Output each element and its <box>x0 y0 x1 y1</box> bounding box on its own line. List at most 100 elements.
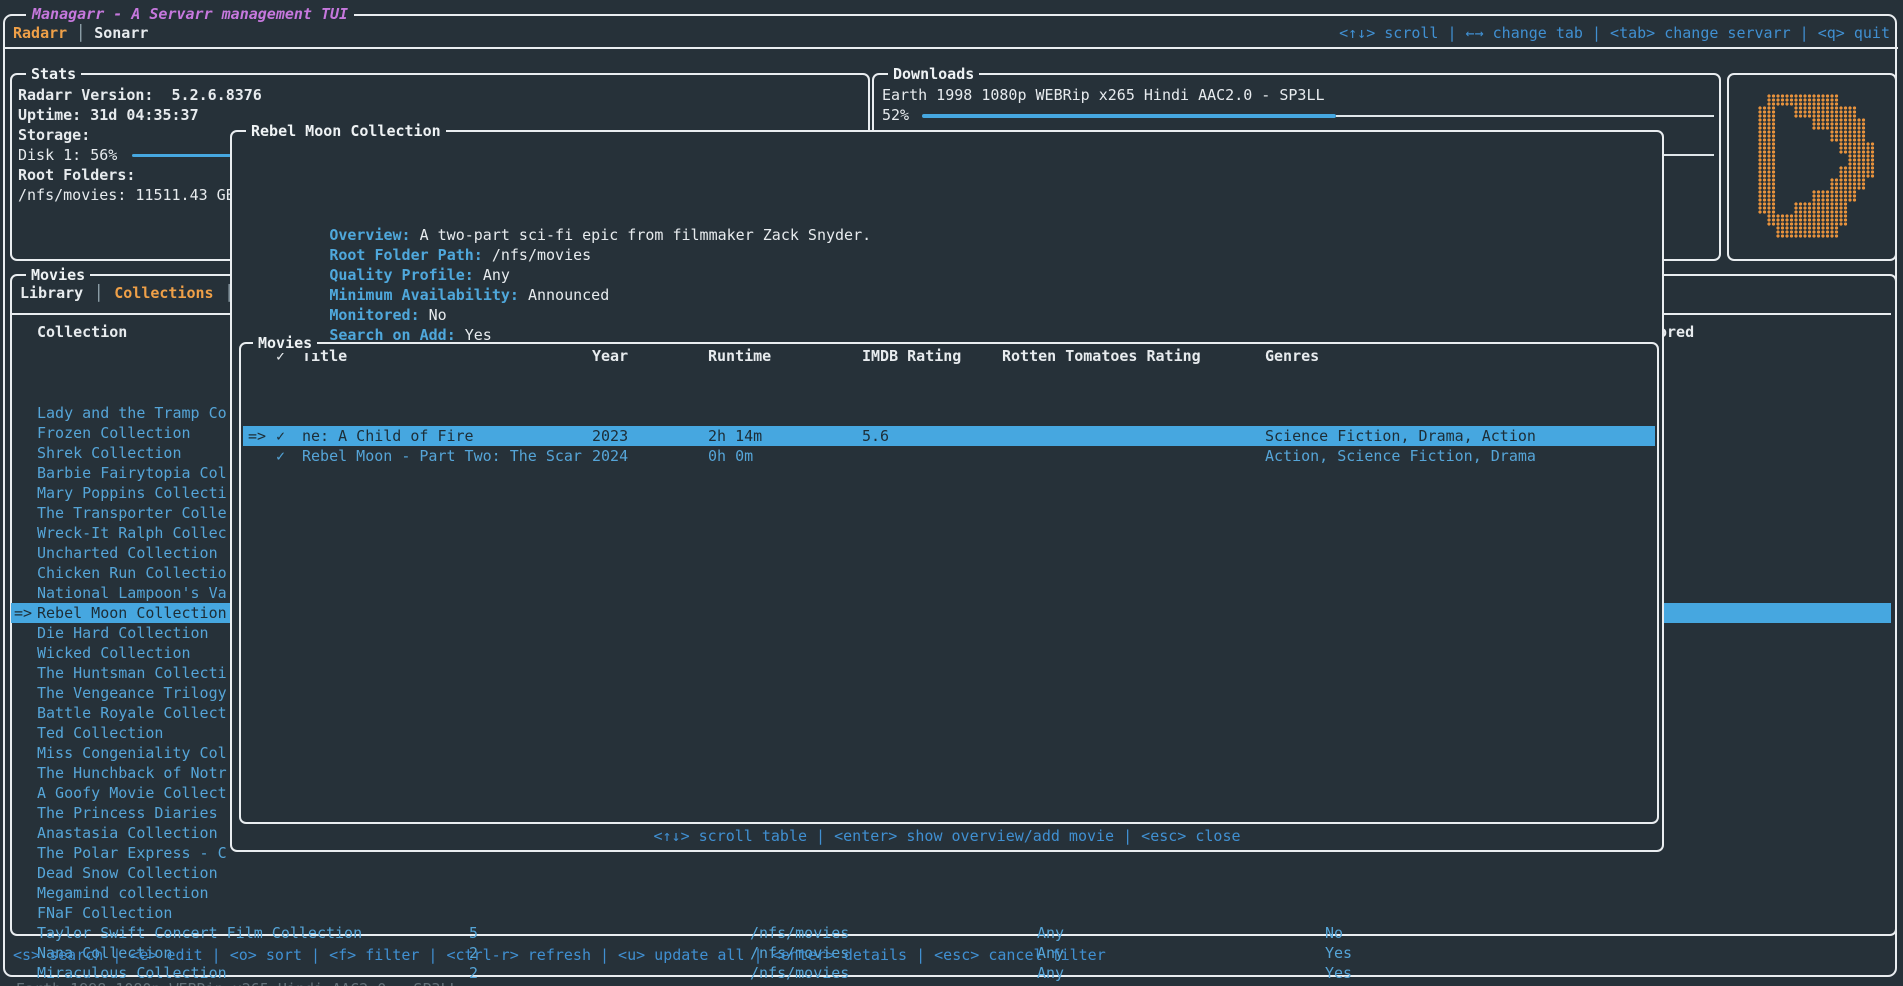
monitored-check-icon: ✓ <box>276 446 285 466</box>
movies-tab-bar: Library │ Collections │ <box>20 283 234 303</box>
download-gauge-track <box>1336 115 1714 117</box>
collection-row[interactable]: FNaF Collection <box>11 903 1891 923</box>
selection-prefix: => <box>14 603 32 623</box>
collection-row[interactable]: Taylor Swift Concert Film Collection 5 /… <box>11 923 1891 943</box>
download-item-title: Earth 1998 1080p WEBRip x265 Hindi AAC2.… <box>882 85 1325 105</box>
modal-title: Rebel Moon Collection <box>246 121 446 141</box>
stats-disk-line: Disk 1: 56% <box>18 145 117 165</box>
collection-name: Anastasia Collection <box>37 823 218 843</box>
collection-movie-count: 2 <box>469 963 478 983</box>
collection-name: Taylor Swift Concert Film Collection <box>37 923 362 943</box>
collection-quality-profile: Any <box>1037 923 1064 943</box>
movie-year: 2024 <box>592 446 628 466</box>
movie-row[interactable]: ✓ Rebel Moon - Part Two: The Scar 2024 0… <box>243 446 1655 466</box>
collection-search-on-add: Yes <box>1325 943 1352 963</box>
servarr-tab-bar: Radarr │ Sonarr <box>13 23 148 43</box>
clipped-terminal-line: Earth 1998 1080p WEBRip x265 Hindi AAC2.… <box>16 979 459 986</box>
movie-runtime: 0h 0m <box>708 446 753 466</box>
monitored-check-icon: ✓ <box>276 426 285 446</box>
modal-movies-subpanel: Movies ✓ Title Year Runtime IMDB Rating … <box>239 342 1659 824</box>
movie-genres: Action, Science Fiction, Drama <box>1265 446 1536 466</box>
movies-header-genres: Genres <box>1265 346 1319 366</box>
modal-field-row: Quality Profile:Any <box>239 245 871 265</box>
collection-name: The Vengeance Trilogy <box>37 683 227 703</box>
download-gauge-fragment <box>1664 154 1714 156</box>
collection-name: The Hunchback of Notr <box>37 763 227 783</box>
collection-name: Dead Snow Collection <box>37 863 218 883</box>
tabs-separator-right <box>1660 313 1891 315</box>
movie-runtime: 2h 14m <box>708 426 762 446</box>
collection-name: Wicked Collection <box>37 643 191 663</box>
movie-genres: Science Fiction, Drama, Action <box>1265 426 1536 446</box>
collection-name: Mary Poppins Collecti <box>37 483 227 503</box>
stats-panel-title: Stats <box>26 64 81 84</box>
collection-name: Miss Congeniality Col <box>37 743 227 763</box>
collection-root-folder: /nfs/movies <box>750 923 849 943</box>
collection-search-on-add: Yes <box>1325 963 1352 983</box>
movies-header-runtime: Runtime <box>708 346 771 366</box>
selection-prefix: => <box>248 426 266 446</box>
modal-field-row: Monitored:No <box>239 285 871 305</box>
stats-storage-label: Storage: <box>18 125 90 145</box>
collection-name: FNaF Collection <box>37 903 172 923</box>
modal-keybinds: <↑↓> scroll table | <enter> show overvie… <box>232 826 1662 846</box>
collection-name: Battle Royale Collect <box>37 703 227 723</box>
collection-root-folder: /nfs/movies <box>750 963 849 983</box>
collection-row[interactable]: Dead Snow Collection <box>11 863 1891 883</box>
movies-panel-title: Movies <box>26 265 90 285</box>
global-keybinds: <↑↓> scroll | ←→ change tab | <tab> chan… <box>1339 23 1890 43</box>
download-gauge-filled <box>922 114 1336 118</box>
bottom-keybinds: <s> search | <e> edit | <o> sort | <f> f… <box>13 945 1106 965</box>
collection-name: National Lampoon's Va <box>37 583 227 603</box>
collection-quality-profile: Any <box>1037 963 1064 983</box>
tab-collections[interactable]: Collections <box>114 283 213 303</box>
managarr-logo <box>1749 94 1875 238</box>
tab-sonarr[interactable]: Sonarr <box>94 23 148 43</box>
collection-name: Frozen Collection <box>37 423 191 443</box>
movie-imdb-rating: 5.6 <box>862 426 889 446</box>
stats-rootfolders-label: Root Folders: <box>18 165 135 185</box>
managarr-tui-screen: Managarr - A Servarr management TUI Rada… <box>0 0 1903 986</box>
collection-name: Chicken Run Collectio <box>37 563 227 583</box>
modal-field-row: Root Folder Path:/nfs/movies <box>239 225 871 245</box>
tab-divider: │ <box>94 283 103 303</box>
collection-movie-count: 5 <box>469 923 478 943</box>
tab-radarr[interactable]: Radarr <box>13 23 67 43</box>
downloads-panel-title: Downloads <box>888 64 979 84</box>
collection-row[interactable]: Megamind collection <box>11 883 1891 903</box>
collection-search-on-add: No <box>1325 923 1343 943</box>
tabs-separator-left <box>11 313 230 315</box>
collection-name: Uncharted Collection <box>37 543 218 563</box>
collection-name: Lady and the Tramp Co <box>37 403 227 423</box>
collection-name: Die Hard Collection <box>37 623 209 643</box>
collection-name: The Huntsman Collecti <box>37 663 227 683</box>
collection-name: Shrek Collection <box>37 443 182 463</box>
collection-name: A Goofy Movie Collect <box>37 783 227 803</box>
app-title: Managarr - A Servarr management TUI <box>26 4 354 24</box>
download-percent-label: 52% <box>882 105 909 125</box>
collection-name: Megamind collection <box>37 883 209 903</box>
stats-rootfolder-line: /nfs/movies: 11511.43 GB <box>18 185 235 205</box>
movie-title: Rebel Moon - Part Two: The Scar <box>302 446 582 466</box>
stats-version: Radarr Version: 5.2.6.8376 <box>18 85 262 105</box>
movie-row[interactable]: => ✓ ne: A Child of Fire 2023 2h 14m 5.6… <box>243 426 1655 446</box>
modal-movies-table: => ✓ ne: A Child of Fire 2023 2h 14m 5.6… <box>243 366 1655 466</box>
collection-name: Barbie Fairytopia Col <box>37 463 227 483</box>
logo-panel <box>1727 73 1897 261</box>
collection-name: The Polar Express - C <box>37 843 227 863</box>
collection-name: Wreck-It Ralph Collec <box>37 523 227 543</box>
movie-year: 2023 <box>592 426 628 446</box>
movies-header-year: Year <box>592 346 628 366</box>
collection-details-modal: Rebel Moon Collection Overview:A two-par… <box>230 130 1664 852</box>
modal-field-row: Search on Add:Yes <box>239 305 871 325</box>
stats-uptime: Uptime: 31d 04:35:37 <box>18 105 199 125</box>
movies-header-imdb: IMDB Rating <box>862 346 961 366</box>
movie-title: ne: A Child of Fire <box>302 426 474 446</box>
collection-name: Rebel Moon Collection <box>37 603 227 623</box>
collection-name: Ted Collection <box>37 723 163 743</box>
modal-field-row: Overview:A two-part sci-fi epic from fil… <box>239 205 871 225</box>
collection-name: The Transporter Colle <box>37 503 227 523</box>
modal-movies-title: Movies <box>253 333 317 353</box>
collection-name: The Princess Diaries <box>37 803 218 823</box>
tab-library[interactable]: Library <box>20 283 83 303</box>
